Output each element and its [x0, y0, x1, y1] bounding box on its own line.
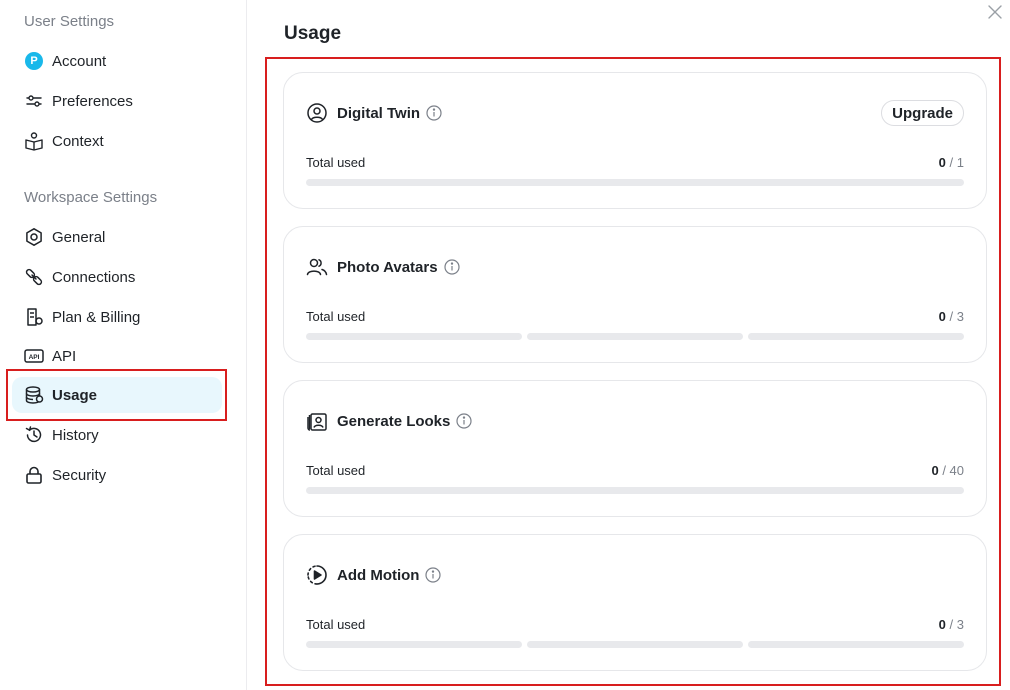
card-title: Digital Twin: [337, 104, 421, 122]
total-used-label: Total used: [306, 309, 366, 324]
database-icon: [24, 385, 44, 405]
card-title: Add Motion: [337, 566, 420, 584]
progress-segment: [527, 333, 743, 340]
sidebar-item-security[interactable]: Security: [12, 457, 222, 493]
close-icon: [988, 5, 1002, 19]
usage-progress-bar: [306, 179, 964, 186]
sidebar-item-api[interactable]: API API: [12, 338, 222, 374]
usage-count: 0 / 3: [938, 309, 964, 324]
sidebar-item-label: Preferences: [52, 92, 133, 110]
progress-segment: [306, 179, 964, 186]
usage-card-digital-twin: Digital Twin Upgrade Total used 0 / 1: [283, 72, 987, 209]
sidebar-item-plan-billing[interactable]: Plan & Billing: [12, 299, 222, 335]
progress-segment: [306, 333, 522, 340]
sidebar-item-label: History: [52, 426, 99, 444]
info-icon[interactable]: [443, 259, 460, 275]
usage-card-add-motion: Add Motion Total used 0 / 3: [283, 534, 987, 671]
progress-segment: [748, 333, 964, 340]
card-title: Photo Avatars: [337, 258, 438, 276]
sidebar-item-account[interactable]: P Account: [12, 43, 222, 79]
usage-progress-bar: [306, 487, 964, 494]
history-icon: [24, 425, 44, 445]
progress-segment: [306, 641, 522, 648]
upgrade-button[interactable]: Upgrade: [881, 100, 964, 126]
sidebar-item-connections[interactable]: Connections: [12, 259, 222, 295]
info-icon[interactable]: [456, 413, 472, 429]
sidebar: User Settings P Account Preferences Cont…: [0, 0, 247, 690]
usage-card-photo-avatars: Photo Avatars Total used 0 / 3: [283, 226, 987, 363]
info-icon[interactable]: [426, 105, 442, 121]
svg-text:API: API: [29, 354, 40, 361]
usage-count: 0 / 3: [938, 617, 964, 632]
sidebar-item-label: API: [52, 347, 77, 365]
usage-progress-bar: [306, 333, 964, 340]
close-button[interactable]: [985, 2, 1005, 22]
usage-count: 0 / 40: [931, 463, 964, 478]
progress-segment: [527, 641, 743, 648]
sidebar-item-label: Security: [52, 466, 107, 484]
sidebar-item-label: Connections: [52, 268, 136, 286]
sidebar-item-label: Usage: [52, 386, 98, 404]
users-icon: [306, 256, 328, 278]
api-icon: API: [24, 346, 44, 366]
gear-icon: [24, 227, 44, 247]
sidebar-item-label: Plan & Billing: [52, 308, 141, 326]
sidebar-item-label: Context: [52, 132, 104, 150]
motion-play-icon: [306, 564, 328, 586]
page-title: Usage: [284, 23, 342, 44]
link-icon: [24, 267, 44, 287]
sidebar-item-preferences[interactable]: Preferences: [12, 83, 222, 119]
info-icon[interactable]: [425, 567, 442, 583]
usage-progress-bar: [306, 641, 964, 648]
total-used-label: Total used: [306, 463, 366, 478]
user-settings-heading: User Settings: [24, 13, 115, 30]
progress-segment: [748, 641, 964, 648]
sliders-icon: [24, 91, 44, 111]
lock-icon: [24, 465, 44, 485]
total-used-label: Total used: [306, 155, 366, 170]
card-title: Generate Looks: [337, 412, 451, 430]
sidebar-item-label: Account: [52, 52, 107, 70]
billing-icon: [24, 307, 44, 327]
photo-portrait-icon: [306, 410, 328, 432]
sidebar-item-label: General: [52, 228, 106, 246]
user-circle-icon: [306, 102, 328, 124]
usage-card-generate-looks: Generate Looks Total used 0 / 40: [283, 380, 987, 517]
book-user-icon: [24, 131, 44, 151]
total-used-label: Total used: [306, 617, 366, 632]
sidebar-item-usage[interactable]: Usage: [12, 377, 222, 413]
sidebar-item-general[interactable]: General: [12, 219, 222, 255]
sidebar-item-history[interactable]: History: [12, 417, 222, 453]
usage-count: 0 / 1: [938, 155, 964, 170]
account-avatar-icon: P: [24, 51, 44, 71]
progress-segment: [306, 487, 964, 494]
sidebar-item-context[interactable]: Context: [12, 123, 222, 159]
workspace-settings-heading: Workspace Settings: [24, 189, 158, 206]
